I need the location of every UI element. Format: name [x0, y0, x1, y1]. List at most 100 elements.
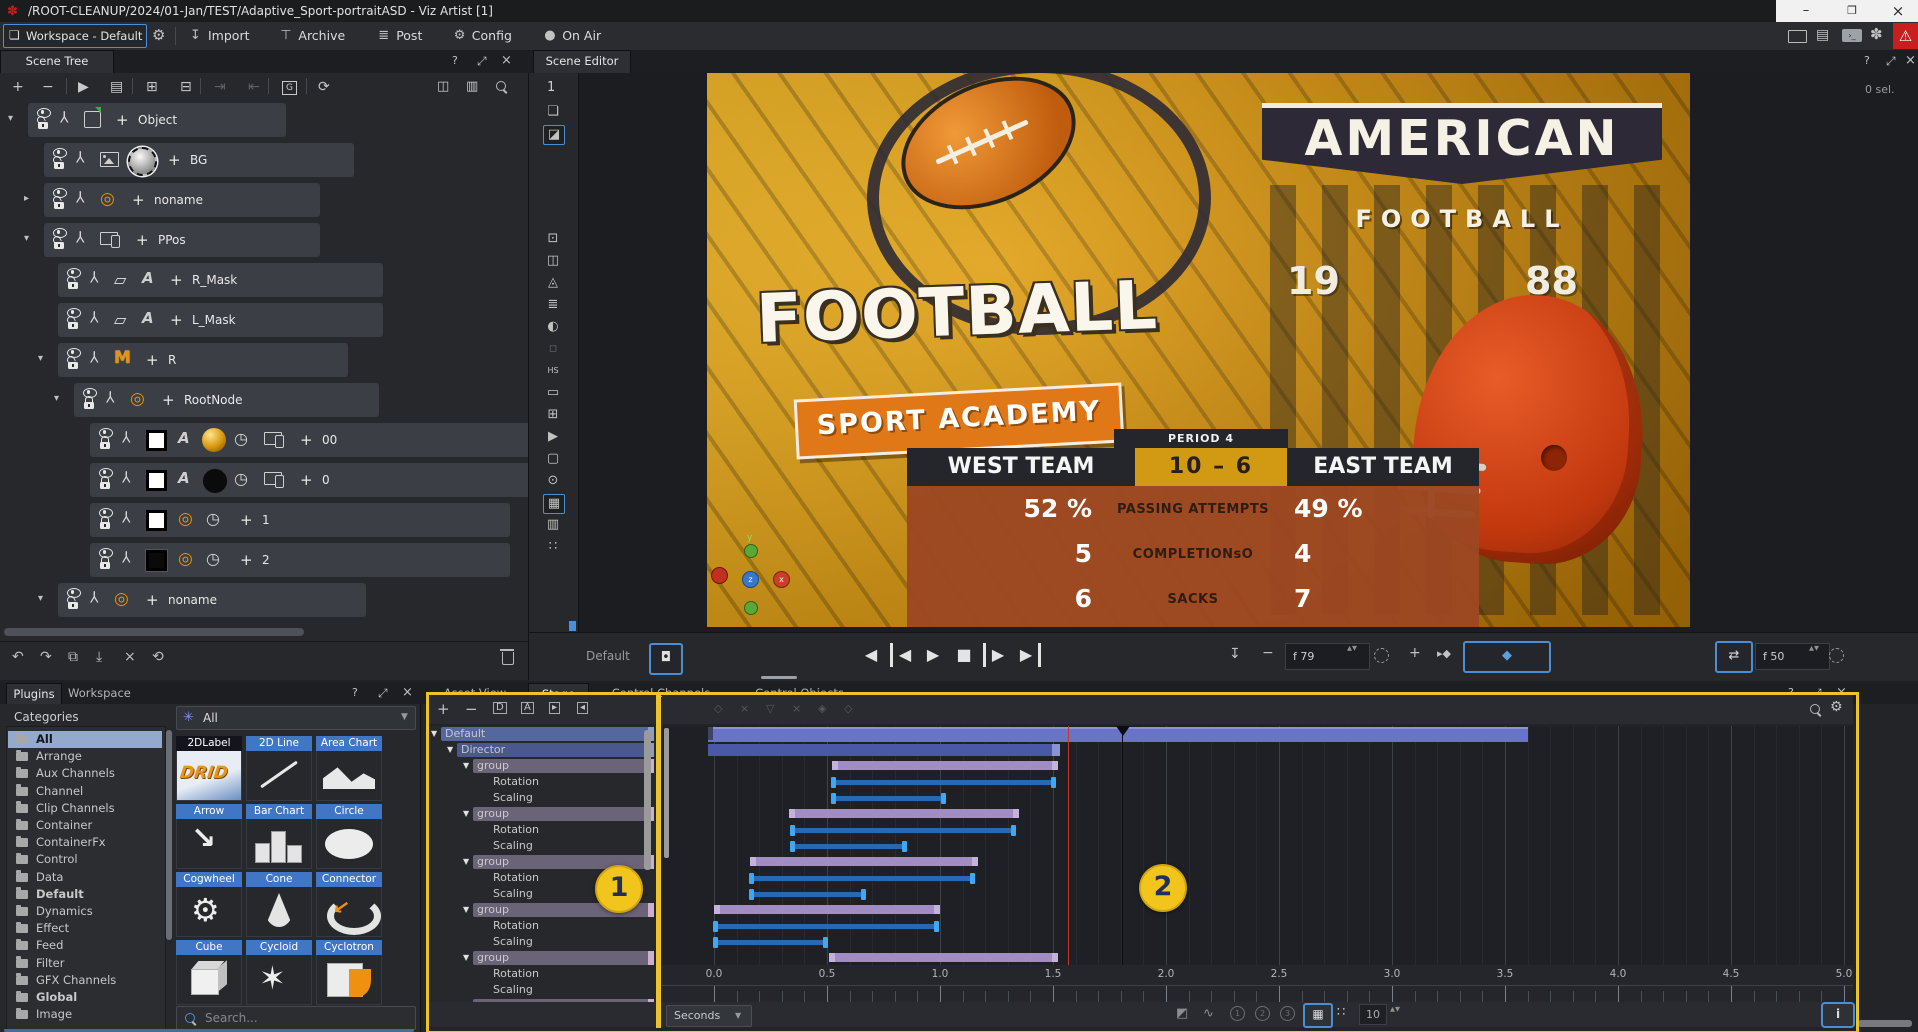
lock-icon[interactable]	[100, 482, 110, 489]
plugin-tile-circle[interactable]: Circle	[316, 804, 382, 868]
tree-row-1[interactable]: ⅄◎◷+1	[90, 503, 510, 537]
tree-row-bg[interactable]: ⅄+BG	[44, 143, 354, 177]
blank-icon[interactable]: ▢	[543, 450, 563, 468]
tree-row-0[interactable]: ⅄A◷+0	[90, 463, 528, 497]
grid-icon[interactable]: ▦	[543, 494, 565, 514]
stage-row-label-default[interactable]: Default	[445, 726, 485, 742]
zoom-in-icon[interactable]: +	[1409, 646, 1421, 660]
step-forward-button[interactable]: ▶	[983, 643, 1010, 667]
frame-spinner[interactable]: ▲▼	[1347, 646, 1357, 651]
stage-row-label-group[interactable]: group	[477, 806, 509, 822]
keyframe-bar[interactable]	[791, 844, 906, 849]
playhead-line[interactable]	[1068, 726, 1070, 965]
play-button[interactable]: ▶	[921, 643, 945, 667]
settings-gear-icon[interactable]: ⚙	[152, 28, 165, 43]
keyframe-marker-button[interactable]: ◆	[1463, 641, 1551, 673]
stage-tree-scrollbar[interactable]	[644, 730, 651, 870]
loop-icon[interactable]	[1374, 648, 1389, 663]
keyframe-editor-icon[interactable]: ◩	[1176, 1007, 1188, 1020]
stage-row-label-director[interactable]: Director	[461, 742, 505, 758]
keyframe-cap[interactable]	[831, 777, 836, 788]
plugin-tile-gear[interactable]: Cogwheel⚙	[176, 872, 242, 936]
scene-tree-help-icon[interactable]: ?	[452, 55, 458, 66]
lock-icon[interactable]	[100, 522, 110, 529]
plugin-tile-cycloid[interactable]: Cycloid✶	[246, 940, 312, 1004]
stage-row-label-scaling[interactable]: Scaling	[493, 838, 533, 854]
plugin-tile-cyclotron[interactable]: Cyclotron	[316, 940, 382, 1004]
stage-row-label-group[interactable]: group	[477, 758, 509, 774]
keyframe-cap[interactable]	[1011, 825, 1016, 836]
insert-before-icon[interactable]: ◂	[577, 702, 588, 714]
reload-icon[interactable]: ⟲	[152, 649, 164, 665]
category-item-feed[interactable]: Feed	[8, 937, 162, 954]
grid-snap-button[interactable]: ▦	[1303, 1003, 1333, 1028]
stage-row-label-rotation[interactable]: Rotation	[493, 822, 539, 838]
channel-2-icon[interactable]: 2	[1255, 1006, 1270, 1021]
keyframe-cap[interactable]	[970, 873, 975, 884]
menu-item-archive[interactable]: Archive	[298, 28, 345, 43]
transform-mode-icon[interactable]: ◪	[543, 125, 565, 145]
stage-chevron-icon[interactable]: ▼	[463, 809, 469, 818]
add-plus-icon[interactable]: +	[162, 391, 175, 409]
tree-row-r[interactable]: ⅄M+R	[58, 343, 348, 377]
scene-editor-help-icon[interactable]: ?	[1864, 55, 1870, 66]
category-item-gfx-channels[interactable]: GFX Channels	[8, 972, 162, 989]
chart-icon[interactable]: ▥	[543, 516, 563, 534]
categories-scrollbar[interactable]	[166, 730, 172, 940]
timeline-canvas[interactable]	[662, 726, 1853, 965]
keyframe-cap[interactable]	[713, 921, 718, 932]
stage-row-label-group[interactable]: group	[477, 950, 509, 966]
plugin-tile-connector[interactable]: Connector↙	[316, 872, 382, 936]
add-plus-icon[interactable]: +	[240, 511, 253, 529]
step-back-button[interactable]: ◀	[859, 643, 883, 667]
refresh-icon[interactable]: ⟳	[318, 79, 330, 95]
go-start-button[interactable]: ◀	[890, 643, 917, 667]
contrast-icon[interactable]: ◐	[543, 318, 563, 336]
stage-hscrollbar[interactable]	[1858, 1020, 1912, 1027]
add-plus-icon[interactable]: +	[146, 591, 159, 609]
tree-row-rootnode[interactable]: ⅄◎+RootNode	[74, 383, 379, 417]
add-plus-icon[interactable]: +	[170, 311, 183, 329]
menu-item-post[interactable]: Post	[396, 28, 422, 43]
status-monitor-icon[interactable]	[1788, 30, 1807, 43]
lock-icon[interactable]	[54, 202, 64, 209]
lock-icon[interactable]	[68, 602, 78, 609]
video-camera-icon[interactable]: ◫	[543, 252, 563, 270]
stage-row-label-scaling[interactable]: Scaling	[493, 790, 533, 806]
loop2-icon[interactable]	[1829, 648, 1844, 663]
group-bar[interactable]	[789, 809, 1020, 818]
frame2-spinner[interactable]: ▲▼	[1809, 646, 1819, 651]
add-plus-icon[interactable]: +	[136, 231, 149, 249]
category-item-dynamics[interactable]: Dynamics	[8, 903, 162, 920]
lock-icon[interactable]	[68, 282, 78, 289]
menu-item-import[interactable]: Import	[208, 28, 250, 43]
hs-icon[interactable]: HS	[543, 362, 563, 380]
plugin-tile-line[interactable]: 2D Line	[246, 736, 312, 800]
tree-row-ppos[interactable]: ⅄+PPos	[44, 223, 320, 257]
add-plus-icon[interactable]: +	[170, 271, 183, 289]
shift-left-icon[interactable]: ⇤	[248, 79, 260, 95]
add-plus-icon[interactable]: +	[300, 471, 313, 489]
transport-profile[interactable]: Default	[586, 649, 630, 663]
tree-row-object[interactable]: ⅄+Object	[28, 103, 286, 137]
keyframe-cap[interactable]	[831, 793, 836, 804]
stage-chevron-icon[interactable]: ▼	[447, 745, 453, 754]
stage-chevron-icon[interactable]: ▼	[463, 953, 469, 962]
keyframe-cap[interactable]	[790, 841, 795, 852]
group-bar[interactable]	[829, 953, 1057, 962]
collapse-tree-icon[interactable]: ⊟	[180, 79, 192, 95]
category-item-data[interactable]: Data	[8, 869, 162, 886]
category-item-effect[interactable]: Effect	[8, 920, 162, 937]
keyframe-cap[interactable]	[861, 889, 866, 900]
tree-chevron-icon[interactable]: ▾	[38, 593, 43, 604]
stage-row-label-rotation[interactable]: Rotation	[493, 918, 539, 934]
category-item-default[interactable]: Default	[8, 886, 162, 903]
zoom-out-icon[interactable]: −	[1262, 646, 1274, 660]
stage-chevron-icon[interactable]: ▼	[431, 729, 437, 738]
keyframe-lock-button[interactable]: ◘	[649, 643, 683, 675]
scene-editor-expand-icon[interactable]: ⤢	[1886, 55, 1896, 67]
keyframe-cap[interactable]	[749, 889, 754, 900]
close-button[interactable]: ×	[1878, 0, 1918, 22]
menu-item-config[interactable]: Config	[472, 28, 512, 43]
keyframe-bar[interactable]	[832, 796, 945, 801]
